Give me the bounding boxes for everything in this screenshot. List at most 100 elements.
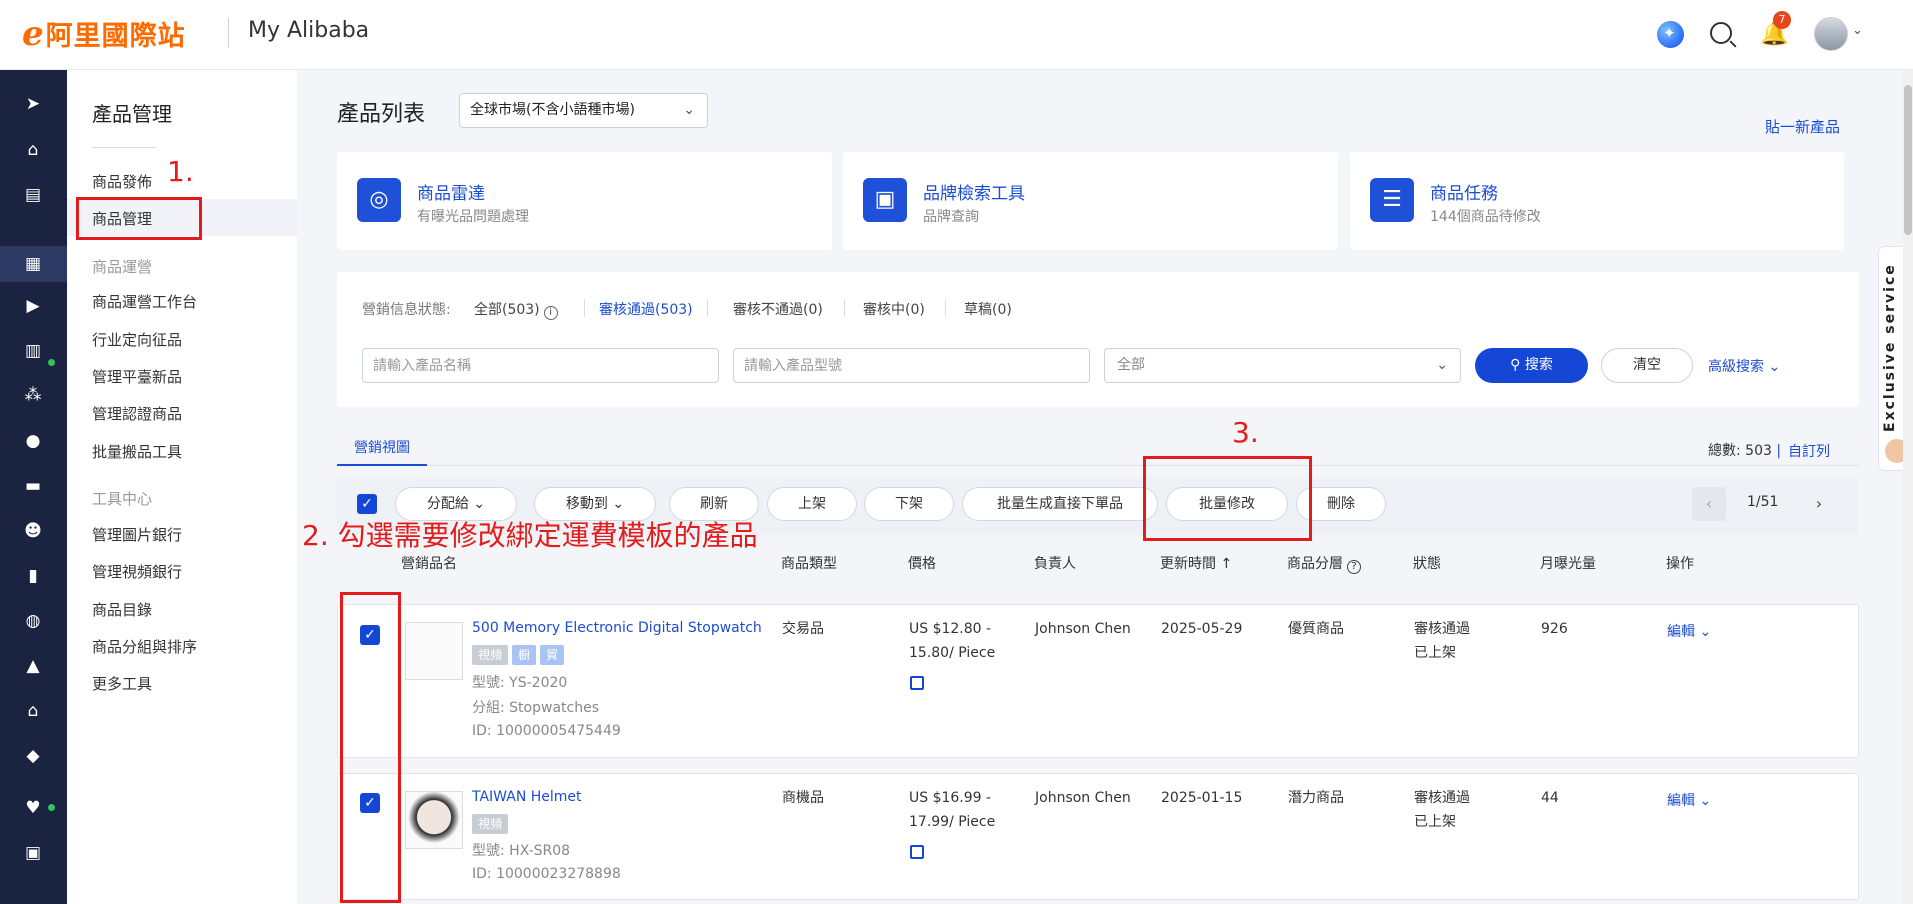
- product-thumbnail[interactable]: [405, 791, 463, 849]
- market-select-value: 全球市場(不含小語種市場): [470, 102, 635, 118]
- price-line2: 17.99/ Piece: [909, 814, 996, 830]
- bulk-direct-order-button[interactable]: 批量生成直接下單品: [962, 487, 1158, 521]
- edit-price-icon[interactable]: [910, 676, 924, 690]
- updated-date: 2025-05-29: [1161, 621, 1243, 637]
- sidebar-item-video-bank[interactable]: 管理視頻銀行: [92, 561, 182, 582]
- help-icon[interactable]: ?: [1347, 560, 1361, 574]
- monthly-views: 926: [1541, 621, 1568, 637]
- filter-panel: 營銷信息狀態: 全部(503) i 審核通過(503) 審核不通過(0) 審核中(…: [337, 272, 1859, 407]
- search-icon[interactable]: [1710, 22, 1732, 44]
- status-filter-approved[interactable]: 審核通過(503): [599, 299, 693, 319]
- products-icon[interactable]: ▦: [22, 253, 44, 275]
- shipping-icon[interactable]: ▲: [22, 655, 44, 677]
- category-select[interactable]: 全部 ⌄: [1104, 348, 1461, 383]
- home-icon[interactable]: ⌂: [22, 139, 44, 161]
- ai-assistant-icon[interactable]: [1657, 21, 1684, 48]
- product-tags: 視頻: [472, 814, 512, 834]
- tool-name: 商品雷達: [417, 184, 485, 204]
- edit-price-icon[interactable]: [910, 845, 924, 859]
- finance-icon[interactable]: ⌂: [22, 700, 44, 722]
- column-header-updated[interactable]: 更新時間 ↑: [1160, 553, 1232, 573]
- sidebar-item-catalog[interactable]: 商品目錄: [92, 599, 152, 620]
- status-filter-draft[interactable]: 草稿(0): [964, 299, 1012, 319]
- status-filter-pending[interactable]: 審核中(0): [863, 299, 925, 319]
- search-button[interactable]: ⚲ 搜索: [1475, 348, 1588, 383]
- send-icon[interactable]: ➤: [22, 93, 44, 115]
- top-bar: e 阿里國際站 My Alibaba 🔔 7 ⌄: [0, 0, 1913, 70]
- heart-icon[interactable]: ♥: [22, 797, 44, 819]
- app-title[interactable]: My Alibaba: [248, 18, 369, 43]
- shield-icon[interactable]: ◆: [22, 745, 44, 767]
- post-new-product-link[interactable]: 貼一新產品: [1765, 116, 1840, 137]
- sidebar-item-product-publish[interactable]: 商品發佈: [92, 171, 152, 192]
- chevron-down-icon[interactable]: ⌄: [1852, 23, 1863, 38]
- store-icon[interactable]: ▤: [22, 184, 44, 206]
- table-row: ✓ TAIWAN Helmet 視頻 型號: HX-SR08 ID: 10000…: [337, 773, 1859, 900]
- total-count: 總數: 503 |: [1708, 443, 1782, 459]
- alibaba-logo[interactable]: e 阿里國際站: [22, 14, 186, 53]
- price-line2: 15.80/ Piece: [909, 645, 996, 661]
- chevron-down-icon: ⌄: [1436, 357, 1448, 373]
- video-icon[interactable]: ▶: [22, 295, 44, 317]
- delist-button[interactable]: 下架: [864, 487, 954, 521]
- edit-dropdown[interactable]: 編輯 ⌄: [1667, 790, 1711, 810]
- avatar[interactable]: [1814, 17, 1848, 51]
- sidebar-item-platform-new[interactable]: 管理平臺新品: [92, 366, 182, 387]
- scrollbar-thumb[interactable]: [1904, 85, 1912, 235]
- product-name-input[interactable]: [362, 348, 719, 383]
- product-name-link[interactable]: TAIWAN Helmet: [472, 789, 582, 805]
- marketing-icon[interactable]: ●: [22, 430, 44, 452]
- sidebar-item-industry-collection[interactable]: 行业定向征品: [92, 329, 182, 350]
- list-button[interactable]: 上架: [767, 487, 857, 521]
- pager-next-button[interactable]: ›: [1802, 487, 1836, 521]
- status-line1: 審核通過: [1414, 621, 1470, 637]
- tool-card-product-tasks[interactable]: ☰ 商品任務 144個商品待修改: [1350, 152, 1844, 250]
- chevron-down-icon: ⌄: [1699, 624, 1712, 640]
- tool-subtitle: 有曝光品問題處理: [417, 209, 529, 225]
- product-model-input[interactable]: [733, 348, 1090, 383]
- sidebar-item-image-bank[interactable]: 管理圖片銀行: [92, 524, 182, 545]
- product-name-link[interactable]: 500 Memory Electronic Digital Stopwatch: [472, 620, 762, 636]
- orders-icon[interactable]: ▮: [22, 565, 44, 587]
- updated-header-label: 更新時間: [1160, 556, 1216, 572]
- annotation-box-product-management: [76, 197, 202, 240]
- select-all-checkbox[interactable]: ✓: [357, 494, 377, 514]
- sidebar-item-ops-workbench[interactable]: 商品運營工作台: [92, 291, 197, 312]
- clear-button[interactable]: 清空: [1601, 348, 1693, 383]
- total-count-value: 總數: 503: [1708, 443, 1772, 459]
- column-header-price: 價格: [908, 556, 936, 572]
- column-header-status: 狀態: [1413, 556, 1441, 572]
- status-filter-all[interactable]: 全部(503) i: [474, 299, 558, 320]
- sidebar-item-more-tools[interactable]: 更多工具: [92, 673, 152, 694]
- chevron-down-icon: ⌄: [1699, 793, 1712, 809]
- product-thumbnail[interactable]: [405, 622, 463, 680]
- column-header-owner: 負責人: [1034, 556, 1076, 572]
- annotation-box-bulk-edit: [1143, 456, 1312, 541]
- tab-marketing-view[interactable]: 營銷視圖: [337, 434, 427, 466]
- page-title: 產品列表: [337, 102, 426, 127]
- customers-icon[interactable]: ☻: [22, 520, 44, 542]
- category-select-value: 全部: [1117, 357, 1145, 373]
- global-icon[interactable]: ◍: [22, 610, 44, 632]
- custom-columns-link[interactable]: 自訂列: [1788, 441, 1830, 461]
- tool-card-radar[interactable]: ◎ 商品雷達 有曝光品問題處理: [337, 152, 832, 250]
- product-id: ID: 10000023278898: [472, 866, 621, 882]
- pager-status: 1/51: [1747, 494, 1779, 510]
- message-icon[interactable]: ▬: [22, 475, 44, 497]
- toolbox-icon[interactable]: ▣: [22, 842, 44, 864]
- edit-label: 編輯: [1667, 793, 1695, 809]
- tool-card-brand-search[interactable]: ▣ 品牌檢索工具 品牌查詢: [843, 152, 1338, 250]
- market-select[interactable]: 全球市場(不含小語種市場) ⌄: [459, 93, 708, 128]
- sidebar-item-certified[interactable]: 管理認證商品: [92, 403, 182, 424]
- status-filter-rejected[interactable]: 審核不通過(0): [733, 299, 823, 319]
- sidebar-item-grouping[interactable]: 商品分組與排序: [92, 636, 197, 657]
- edit-dropdown[interactable]: 編輯 ⌄: [1667, 621, 1711, 641]
- product-tags: 視頻橱貿: [472, 645, 568, 665]
- pager-prev-button[interactable]: ‹: [1692, 487, 1726, 521]
- sidebar-item-bulk-move[interactable]: 批量搬品工具: [92, 441, 182, 462]
- network-icon[interactable]: ⁂: [22, 384, 44, 406]
- chart-icon[interactable]: ▥: [22, 340, 44, 362]
- product-tier: 優質商品: [1288, 621, 1344, 637]
- advanced-search-link[interactable]: 高級搜索 ⌄: [1708, 356, 1780, 376]
- status-divider: [945, 299, 946, 317]
